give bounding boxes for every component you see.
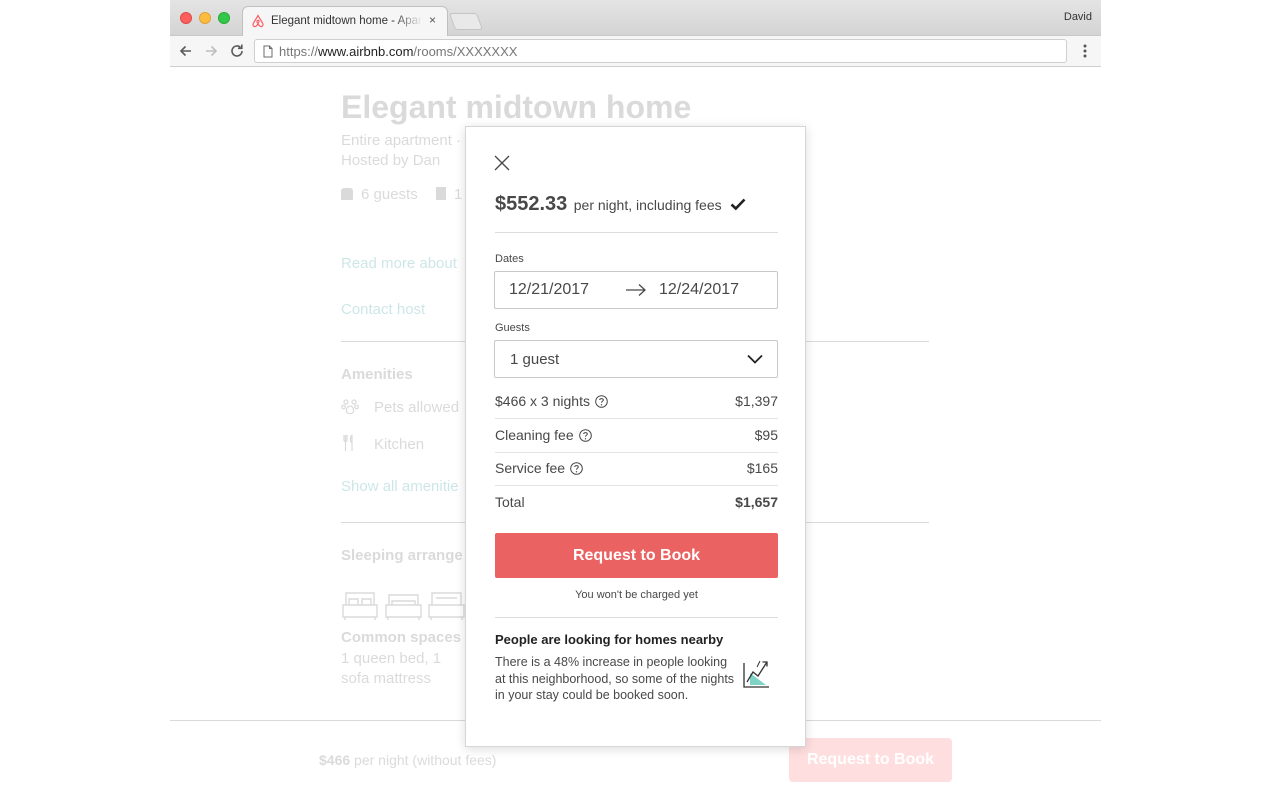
line-item-value: $165 — [746, 460, 778, 476]
guests-summary: 6 guests — [341, 186, 418, 203]
amenity-pets: Pets allowed — [341, 397, 459, 416]
checkout-date-input[interactable]: 12/24/2017 — [659, 281, 739, 299]
divider — [495, 617, 778, 618]
close-icon[interactable] — [492, 153, 512, 173]
divider — [495, 232, 778, 233]
line-item-label: $466 x 3 nights — [495, 393, 608, 409]
listing-host: Hosted by Dan — [341, 152, 441, 169]
paw-icon — [341, 399, 359, 415]
reload-icon[interactable] — [227, 41, 247, 61]
tab-close-icon[interactable]: × — [429, 13, 436, 27]
listing-subtitle: Entire apartment · — [341, 132, 462, 149]
price-row: $552.33 per night, including fees — [495, 193, 746, 216]
guests-value: 1 guest — [510, 351, 560, 368]
amenity-label: Pets allowed — [374, 399, 460, 416]
total-value: $1,657 — [735, 494, 778, 510]
nearby-text: There is a 48% increase in people lookin… — [495, 655, 735, 702]
read-more-link[interactable]: Read more about — [341, 255, 457, 272]
line-item-label: Service fee — [495, 460, 583, 476]
profile-name[interactable]: David — [1064, 11, 1092, 23]
contact-host-link[interactable]: Contact host — [341, 301, 425, 318]
bottom-request-book-button[interactable]: Request to Book — [789, 738, 952, 782]
window-close-button[interactable] — [180, 12, 192, 24]
guests-count: 6 guests — [361, 186, 418, 203]
url-host: www.airbnb.com — [318, 44, 414, 59]
listing-title: Elegant midtown home — [341, 89, 692, 125]
amenities-title: Amenities — [341, 366, 413, 383]
utensils-icon — [343, 434, 353, 451]
show-amenities-link[interactable]: Show all amenitie — [341, 478, 459, 495]
address-bar[interactable]: https://www.airbnb.com/rooms/XXXXXXX — [254, 39, 1067, 63]
url-text: https://www.airbnb.com/rooms/XXXXXXX — [279, 44, 517, 59]
line-item-text: $466 x 3 nights — [495, 393, 590, 409]
tab-bar: Elegant midtown home - Apart × David — [170, 0, 1101, 36]
bottom-price: $466 per night (without fees) — [319, 752, 496, 768]
checkin-date-input[interactable]: 12/21/2017 — [509, 281, 589, 299]
dates-label: Dates — [495, 253, 524, 265]
price-line-nights: $466 x 3 nights $1,397 — [495, 385, 778, 419]
line-item-value: $1,397 — [735, 393, 778, 409]
price-line-total: Total $1,657 — [495, 486, 778, 520]
beds-icon — [342, 592, 465, 620]
common-spaces-title: Common spaces — [341, 629, 462, 646]
line-item-text: Cleaning fee — [495, 427, 574, 443]
arrow-right-icon — [626, 284, 646, 296]
bottom-price-suffix: per night (without fees) — [354, 752, 497, 768]
price-line-service: Service fee $165 — [495, 452, 778, 486]
trend-up-icon — [743, 660, 769, 688]
browser-toolbar: https://www.airbnb.com/rooms/XXXXXXX — [170, 36, 1101, 67]
price-line-cleaning: Cleaning fee $95 — [495, 419, 778, 453]
booking-modal: $552.33 per night, including fees Dates … — [465, 126, 806, 747]
price-caption: per night, including fees — [573, 197, 722, 213]
nearby-title: People are looking for homes nearby — [495, 632, 724, 647]
url-path: /rooms/XXXXXXX — [413, 44, 518, 59]
menu-icon[interactable] — [1079, 41, 1091, 61]
total-label: Total — [495, 494, 525, 510]
sleeping-title: Sleeping arrange — [341, 547, 463, 564]
door-icon — [436, 187, 446, 200]
price-amount: $552.33 — [495, 193, 568, 215]
back-icon[interactable] — [176, 41, 196, 61]
bedrooms-count: 1 — [454, 186, 463, 203]
tab-listing[interactable]: Elegant midtown home - Apart × — [242, 6, 448, 36]
help-icon[interactable] — [570, 462, 583, 475]
chevron-down-icon — [747, 354, 763, 364]
window-minimize-button[interactable] — [199, 12, 211, 24]
help-icon[interactable] — [595, 395, 608, 408]
no-charge-note: You won't be charged yet — [575, 589, 698, 601]
amenity-kitchen: Kitchen — [341, 434, 424, 453]
request-to-book-button[interactable]: Request to Book — [495, 533, 778, 578]
line-item-text: Service fee — [495, 460, 566, 476]
guests-select[interactable]: 1 guest — [494, 340, 778, 378]
airbnb-logo-icon — [252, 14, 264, 28]
tab-title-fade — [393, 11, 423, 31]
url-scheme: https:// — [279, 44, 319, 59]
guests-icon — [341, 188, 353, 200]
new-tab-button[interactable] — [448, 13, 484, 30]
line-item-label: Cleaning fee — [495, 427, 592, 443]
help-icon[interactable] — [578, 429, 592, 442]
bottom-price-amount: $466 — [319, 752, 351, 768]
common-spaces-beds: 1 queen bed, 1 sofa mattress — [341, 650, 442, 687]
page-icon — [263, 45, 273, 58]
guests-label: Guests — [495, 322, 530, 334]
amenity-label: Kitchen — [374, 436, 425, 453]
forward-icon[interactable] — [201, 41, 221, 61]
dates-field: 12/21/2017 12/24/2017 — [494, 271, 778, 309]
line-item-value: $95 — [754, 427, 778, 443]
window-maximize-button[interactable] — [218, 12, 230, 24]
check-icon — [730, 198, 746, 211]
